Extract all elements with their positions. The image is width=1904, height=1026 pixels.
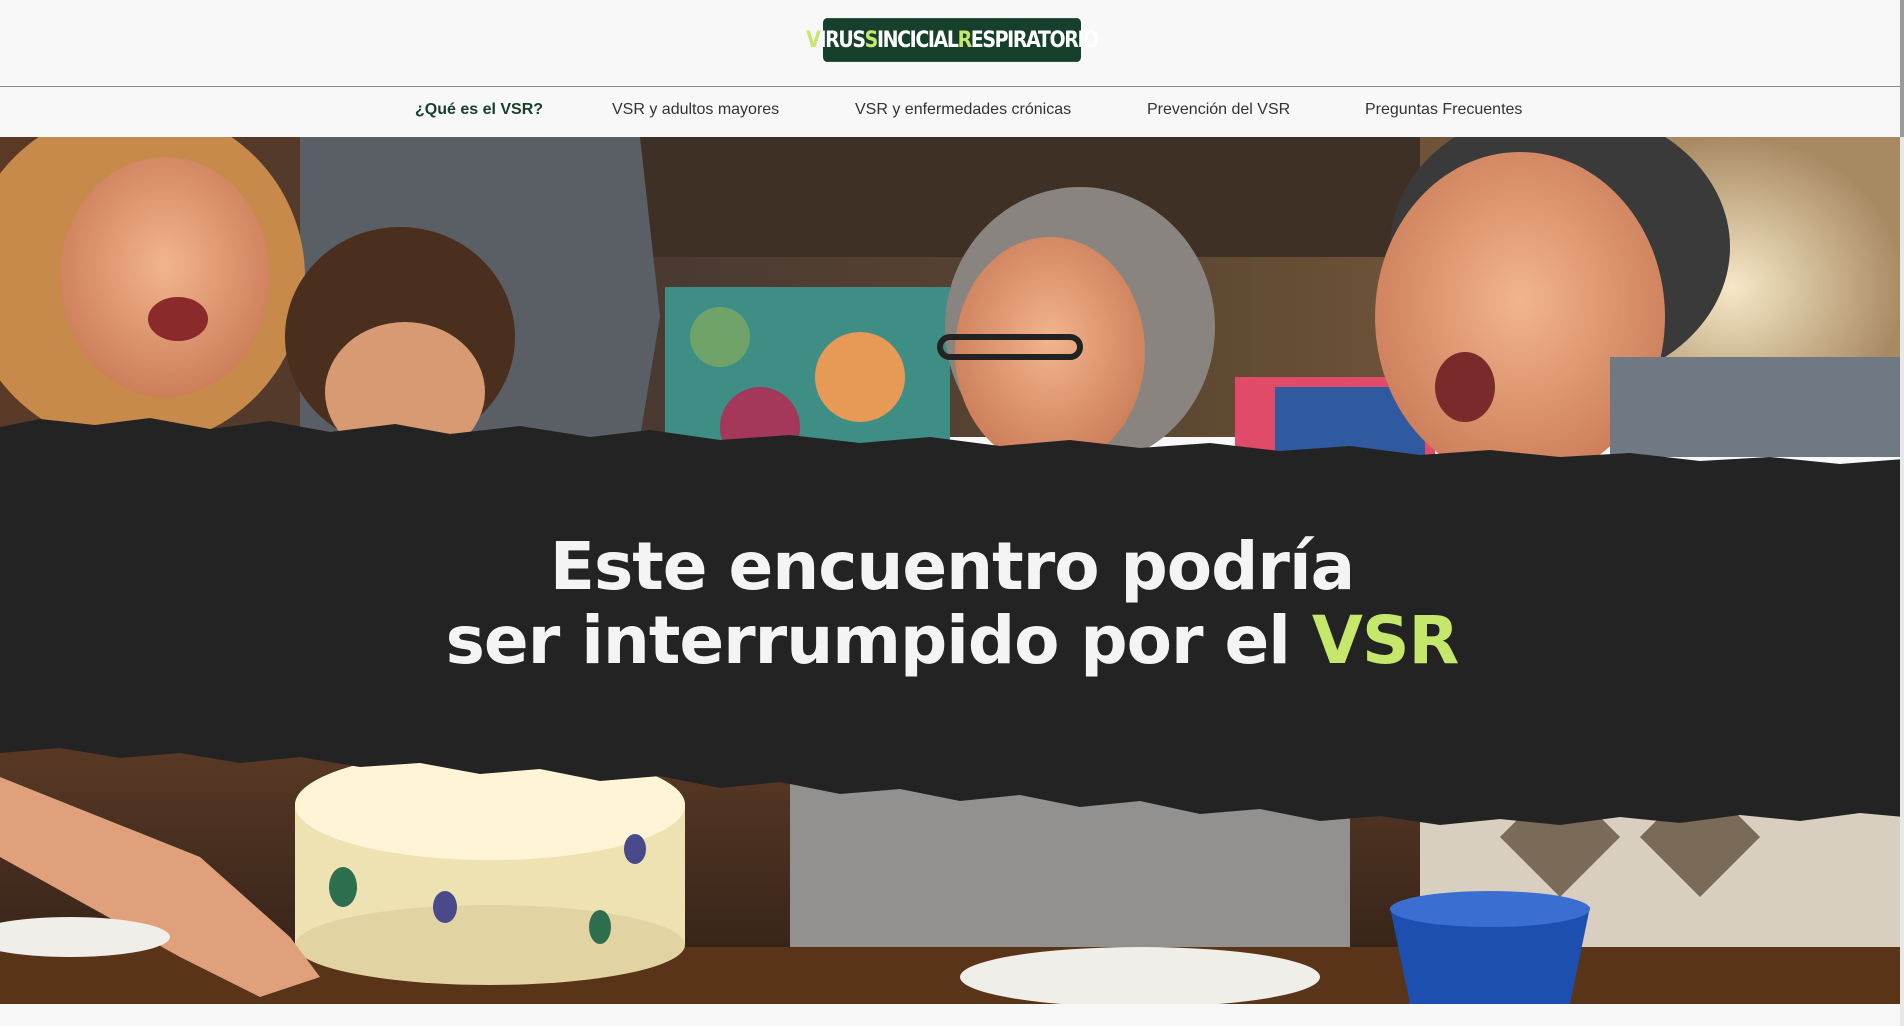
site-logo[interactable]: V IRUS S INCICIAL R ESPIRATORIO — [806, 18, 1099, 62]
hero-banner: Este encuentro podría ser interrumpido p… — [0, 137, 1904, 1004]
hero-headline-line-2-text: ser interrumpido por el — [445, 602, 1291, 679]
logo-word-sincicial-rest: INCICIAL — [876, 27, 959, 53]
scrollbar-thumb[interactable] — [1900, 0, 1904, 137]
logo-word-respiratorio-rest: ESPIRATORIO — [970, 27, 1099, 53]
nav-item-enfermedades-cronicas[interactable]: VSR y enfermedades crónicas — [855, 87, 1071, 137]
hero-headline: Este encuentro podría ser interrumpido p… — [0, 530, 1904, 678]
page: V IRUS S INCICIAL R ESPIRATORIO ¿Qué es el VS… — [0, 0, 1904, 1026]
page-bottom-strip — [0, 1004, 1904, 1026]
main-nav: ¿Qué es el VSR? VSR y adultos mayores VS… — [0, 87, 1900, 137]
hero-headline-line-1: Este encuentro podría — [549, 528, 1355, 605]
logo-initial-v: V — [806, 27, 821, 53]
hero-headline-line-2: ser interrumpido por el VSR — [0, 604, 1904, 678]
nav-item-adultos-mayores[interactable]: VSR y adultos mayores — [612, 87, 779, 137]
nav-item-prevencion[interactable]: Prevención del VSR — [1147, 87, 1290, 137]
logo-word-virus-rest: IRUS — [819, 27, 866, 53]
logo-initial-s: S — [864, 27, 879, 53]
site-header: V IRUS S INCICIAL R ESPIRATORIO — [0, 0, 1900, 87]
nav-item-preguntas-frecuentes[interactable]: Preguntas Frecuentes — [1365, 87, 1522, 137]
logo-initial-r: R — [957, 27, 973, 53]
vertical-scrollbar[interactable] — [1900, 0, 1904, 1026]
hero-headline-accent: VSR — [1311, 602, 1459, 679]
nav-item-que-es-vsr[interactable]: ¿Qué es el VSR? — [415, 87, 543, 137]
